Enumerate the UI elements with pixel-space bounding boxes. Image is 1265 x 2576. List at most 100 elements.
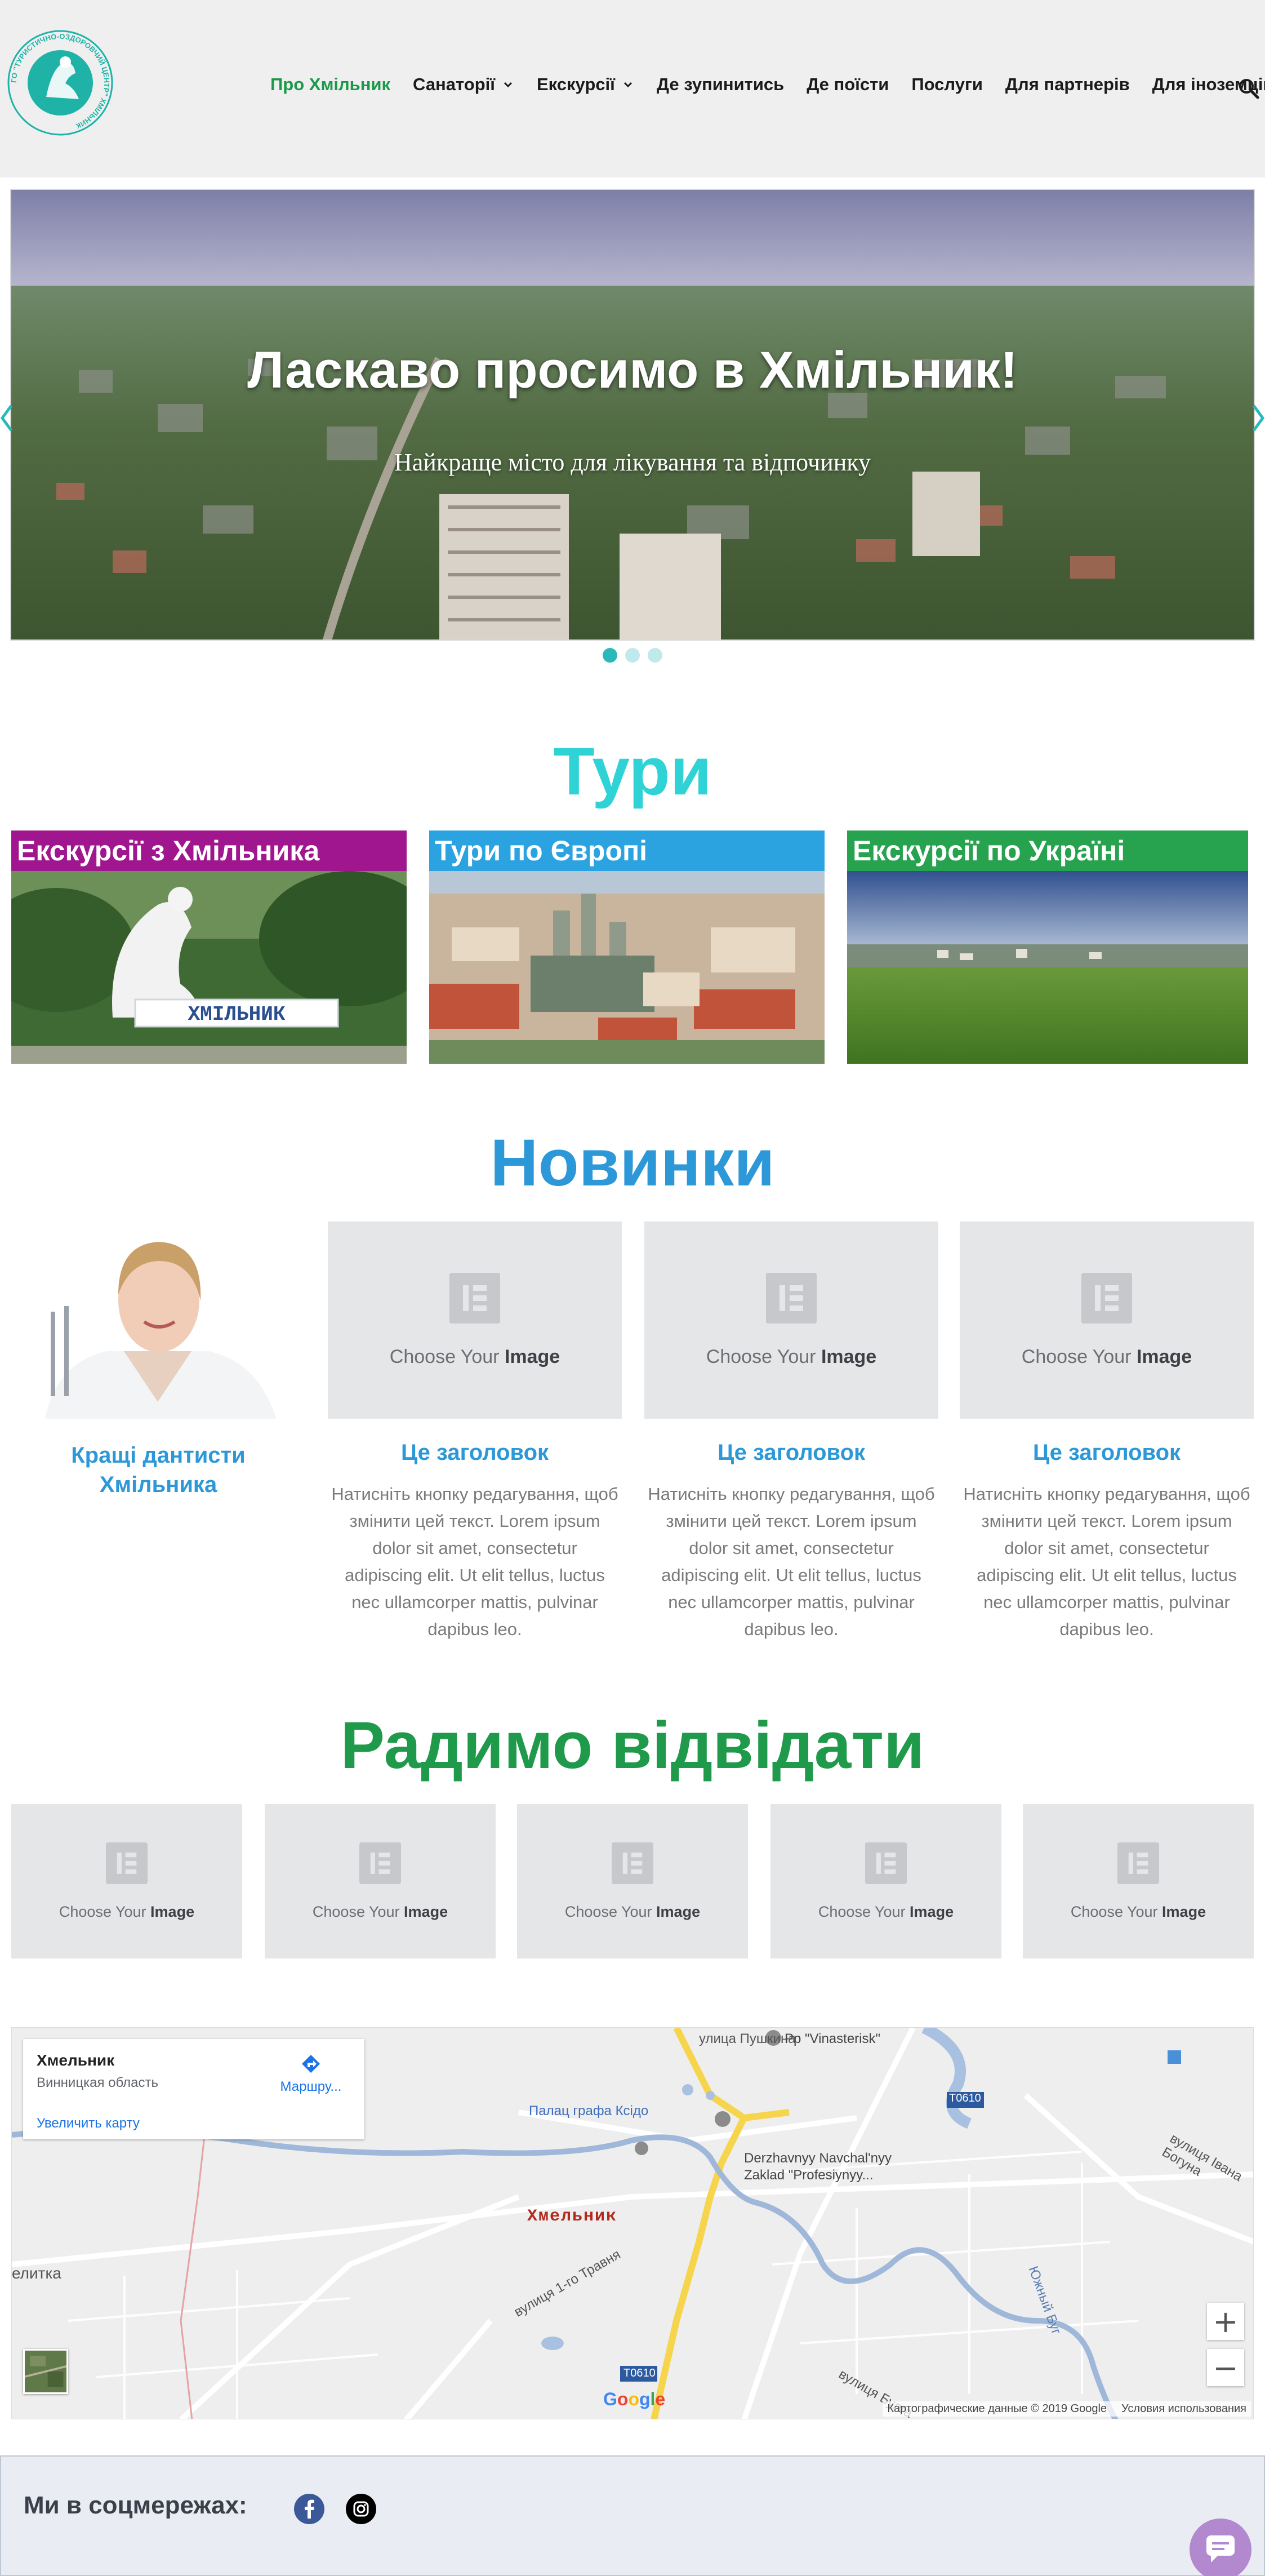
slider-prev-icon[interactable] <box>0 401 12 435</box>
nav-item-excursions[interactable]: Екскурсії <box>537 74 634 95</box>
dentist-photo <box>11 1222 305 1419</box>
tour-sign-text: ХМІЛЬНИК <box>188 1003 286 1026</box>
slider-dot[interactable] <box>625 648 640 663</box>
tour-card-ukraine[interactable]: Екскурсії по Україні <box>847 830 1248 1064</box>
tour-khmilnyk-photo: ХМІЛЬНИК <box>11 871 407 1064</box>
placeholder-text: Choose Your Image <box>389 1345 560 1367</box>
tour-europe-photo <box>429 871 825 1064</box>
facebook-link[interactable] <box>294 2494 324 2524</box>
chat-icon <box>1206 2535 1235 2562</box>
nav-label: Екскурсії <box>537 74 615 94</box>
map-road-label: T0610 <box>623 2367 656 2379</box>
main-nav: Про Хмільник Санаторії Екскурсії Де зупи… <box>270 74 1265 95</box>
news-card-text: Натисніть кнопку редагування, щоб змінит… <box>331 1484 618 1639</box>
page: ГО "ТУРИСТИЧНО-ОЗДОРОВЧИЙ ЦЕНТР" ХМІЛЬНИ… <box>0 0 1265 2576</box>
site-logo[interactable]: ГО "ТУРИСТИЧНО-ОЗДОРОВЧИЙ ЦЕНТР" ХМІЛЬНИ… <box>7 29 114 136</box>
chevron-down-icon <box>504 82 513 88</box>
nav-item-eat[interactable]: Де поїсти <box>807 74 889 95</box>
recommend-image-placeholder[interactable]: Choose Your Image <box>1023 1804 1254 1958</box>
hero-title: Ласкаво просимо в Хмільник! <box>247 341 1018 399</box>
nav-item-sanatoriums[interactable]: Санаторії <box>413 74 514 95</box>
image-placeholder[interactable]: Choose Your Image <box>644 1222 938 1419</box>
elementor-placeholder-icon <box>1081 1272 1132 1323</box>
map-route-button[interactable]: Маршру... <box>280 2053 342 2095</box>
tours-title: Тури <box>553 734 712 809</box>
tour-card-label: Екскурсії з Хмільника <box>11 830 407 871</box>
slider-dots <box>603 648 662 663</box>
nav-label: Санаторії <box>413 74 495 94</box>
google-map[interactable]: улица Пушкина Pp "Vinasterisk" Палац гра… <box>11 2027 1254 2419</box>
map-attribution-text: Картографические данные © 2019 Google <box>887 2402 1107 2415</box>
map-zoom-in-button[interactable]: + <box>1207 2303 1244 2340</box>
map-satellite-toggle-icon[interactable] <box>23 2349 68 2394</box>
chevron-down-icon <box>623 82 632 88</box>
map-city-label: Хмельник <box>527 2207 618 2226</box>
map-poi-label: Zaklad "Profesiynyy... <box>744 2168 874 2183</box>
tour-card-khmilnyk[interactable]: Екскурсії з Хмільника ХМІЛЬНИК <box>11 830 407 1064</box>
site-footer: Ми в соцмережах: <box>0 2455 1265 2576</box>
map-poi-label: Pp "Vinasterisk" <box>785 2031 881 2046</box>
slider-dot[interactable] <box>603 648 617 663</box>
slider-next-icon[interactable] <box>1253 401 1265 435</box>
map-street-label: елитка <box>12 2264 61 2282</box>
news-card-title[interactable]: Це заголовок <box>644 1438 938 1467</box>
elementor-placeholder-icon <box>865 1842 907 1884</box>
nav-label: Де поїсти <box>807 74 889 94</box>
map-enlarge-link[interactable]: Увеличить карту <box>37 2116 351 2131</box>
tour-card-label: Екскурсії по Україні <box>847 830 1248 871</box>
hero-slider[interactable]: Ласкаво просимо в Хмільник! Найкраще міс… <box>10 189 1255 641</box>
map-road-label: T0610 <box>949 2092 981 2104</box>
nav-item-stay[interactable]: Де зупинитись <box>657 74 784 95</box>
instagram-icon <box>353 2501 369 2517</box>
news-card: Choose Your Image Це заголовок Натисніть… <box>644 1222 938 1643</box>
news-card-title[interactable]: Це заголовок <box>328 1438 622 1467</box>
directions-icon <box>302 2055 320 2073</box>
nav-item-partners[interactable]: Для партнерів <box>1005 74 1130 95</box>
nav-item-services[interactable]: Послуги <box>911 74 983 95</box>
news-title: Новинки <box>490 1126 775 1200</box>
elementor-placeholder-icon <box>1117 1842 1159 1884</box>
search-icon[interactable] <box>1238 78 1259 99</box>
social-title: Ми в соцмережах: <box>24 2491 247 2519</box>
image-placeholder[interactable]: Choose Your Image <box>328 1222 622 1419</box>
tour-card-europe[interactable]: Тури по Європі <box>429 830 825 1064</box>
logo-emblem-icon: ГО "ТУРИСТИЧНО-ОЗДОРОВЧИЙ ЦЕНТР" ХМІЛЬНИ… <box>7 30 113 136</box>
nav-label: Для партнерів <box>1005 74 1130 94</box>
nav-label: Про Хмільник <box>270 74 391 94</box>
facebook-icon <box>305 2499 314 2519</box>
recommend-image-placeholder[interactable]: Choose Your Image <box>770 1804 1001 1958</box>
hero-subtitle: Найкраще місто для лікування та відпочин… <box>394 448 871 476</box>
google-logo: Google <box>603 2389 666 2409</box>
elementor-placeholder-icon <box>449 1272 500 1323</box>
map-route-label: Маршру... <box>280 2079 342 2094</box>
map-zoom-out-button[interactable]: − <box>1207 2349 1244 2386</box>
recommend-image-placeholder[interactable]: Choose Your Image <box>265 1804 496 1958</box>
news-card-text: Натисніть кнопку редагування, щоб змінит… <box>963 1484 1250 1639</box>
recommend-image-placeholder[interactable]: Choose Your Image <box>517 1804 748 1958</box>
news-card-text: Натисніть кнопку редагування, щоб змінит… <box>648 1484 935 1639</box>
nav-item-about[interactable]: Про Хмільник <box>270 74 390 95</box>
instagram-link[interactable] <box>346 2494 376 2524</box>
placeholder-text: Choose Your Image <box>1021 1345 1192 1367</box>
news-featured-title[interactable]: Кращі дантисти Хмільника <box>11 1441 305 1499</box>
news-featured[interactable]: Кращі дантисти Хмільника <box>11 1222 305 1499</box>
map-terms-link[interactable]: Условия использования <box>1121 2402 1246 2415</box>
recommend-image-placeholder[interactable]: Choose Your Image <box>11 1804 242 1958</box>
tour-ukraine-photo <box>847 871 1248 1064</box>
nav-label: Де зупинитись <box>656 74 785 94</box>
news-card-title[interactable]: Це заголовок <box>960 1438 1254 1467</box>
map-poi-label: Палац графа Ксідо <box>529 2103 649 2118</box>
placeholder-text: Choose Your Image <box>706 1345 877 1367</box>
image-placeholder[interactable]: Choose Your Image <box>960 1222 1254 1419</box>
tour-card-label: Тури по Європі <box>429 830 825 871</box>
site-header: ГО "ТУРИСТИЧНО-ОЗДОРОВЧИЙ ЦЕНТР" ХМІЛЬНИ… <box>0 0 1265 177</box>
news-card: Choose Your Image Це заголовок Натисніть… <box>328 1222 622 1643</box>
map-poi-label: Derzhavnyy Navchal'nyy <box>744 2151 892 2166</box>
placeholder-text: Choose Your Image <box>564 1903 701 1920</box>
slider-dot[interactable] <box>648 648 662 663</box>
elementor-placeholder-icon <box>359 1842 401 1884</box>
placeholder-text: Choose Your Image <box>818 1903 954 1920</box>
chat-widget-button[interactable] <box>1190 2519 1251 2576</box>
placeholder-text: Choose Your Image <box>59 1903 195 1920</box>
map-street-label: улица Пушкина <box>699 2031 796 2046</box>
